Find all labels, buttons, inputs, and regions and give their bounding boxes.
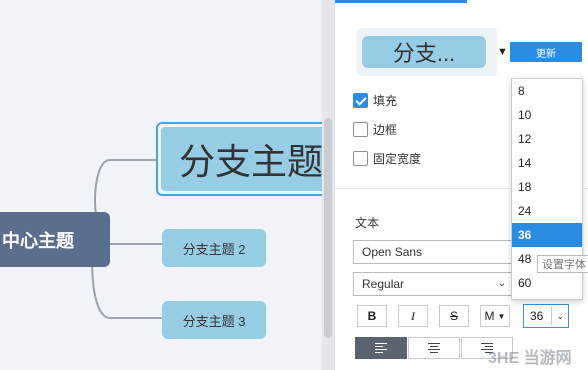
branch-topic-2[interactable]: 分支主题 2 bbox=[162, 229, 266, 267]
chevron-down-icon: ⌄ bbox=[556, 311, 564, 321]
fill-checkbox-label: 填充 bbox=[373, 94, 398, 108]
mindmap-canvas[interactable]: 中心主题 分支主题 分支主题 2 分支主题 3 bbox=[0, 0, 356, 370]
font-size-option[interactable]: 10 bbox=[512, 103, 582, 127]
branch-topic-2-label: 分支主题 2 bbox=[182, 241, 246, 257]
more-format-label: M bbox=[484, 309, 495, 323]
font-size-tooltip: 设置字体 bbox=[537, 255, 588, 273]
font-size-select[interactable]: 36 ⌄ bbox=[523, 304, 569, 328]
style-preview-pill: 分支... bbox=[362, 36, 486, 68]
font-style-value: Regular bbox=[362, 277, 405, 291]
active-tab-indicator bbox=[335, 0, 467, 3]
font-size-option[interactable]: 12 bbox=[512, 127, 582, 151]
more-format-button[interactable]: M ▼ bbox=[480, 305, 510, 327]
font-size-option[interactable]: 14 bbox=[512, 151, 582, 175]
text-section-label: 文本 bbox=[355, 216, 380, 230]
align-center-button[interactable] bbox=[408, 337, 460, 359]
chevron-down-icon: ⌄ bbox=[497, 278, 506, 289]
font-size-option[interactable]: 60 bbox=[512, 271, 582, 295]
fill-checkbox[interactable] bbox=[353, 93, 368, 108]
font-size-option[interactable]: 18 bbox=[512, 175, 582, 199]
branch-topic-3-label: 分支主题 3 bbox=[182, 313, 246, 329]
font-size-option[interactable]: 24 bbox=[512, 199, 582, 223]
update-button[interactable]: 更新 bbox=[510, 42, 582, 62]
border-checkbox-label: 边框 bbox=[373, 123, 398, 137]
fixed-width-checkbox[interactable] bbox=[353, 151, 368, 166]
font-size-separator bbox=[551, 307, 552, 325]
fixed-width-checkbox-row[interactable]: 固定宽度 bbox=[353, 150, 421, 167]
strikethrough-button[interactable]: S bbox=[439, 305, 469, 327]
border-checkbox[interactable] bbox=[353, 122, 368, 137]
font-size-option[interactable]: 8 bbox=[512, 79, 582, 103]
central-topic-label: 中心主题 bbox=[2, 230, 74, 251]
panel-scrollbar-thumb[interactable] bbox=[324, 118, 332, 338]
font-family-value: Open Sans bbox=[362, 245, 423, 259]
font-size-option-selected[interactable]: 36 bbox=[512, 223, 582, 247]
central-topic[interactable]: 中心主题 bbox=[0, 212, 110, 267]
align-left-icon bbox=[375, 341, 387, 355]
panel-scrollbar[interactable] bbox=[322, 0, 334, 370]
align-left-button[interactable] bbox=[355, 337, 407, 359]
font-size-value: 36 bbox=[530, 309, 544, 323]
style-dropdown-caret-icon[interactable]: ▼ bbox=[497, 46, 508, 58]
fixed-width-checkbox-label: 固定宽度 bbox=[373, 152, 422, 166]
italic-button[interactable]: I bbox=[398, 305, 428, 327]
font-family-select[interactable]: Open Sans bbox=[353, 240, 513, 264]
format-panel: 分支... ▼ 更新 填充 边框 固定宽度 文本 Open Sans Regul… bbox=[334, 0, 588, 370]
chevron-down-icon: ▼ bbox=[497, 311, 506, 321]
style-preview[interactable]: 分支... bbox=[357, 28, 497, 76]
bold-button[interactable]: B bbox=[357, 305, 387, 327]
fill-checkbox-row[interactable]: 填充 bbox=[353, 92, 397, 109]
watermark-logo: 3HE 当游网 bbox=[488, 350, 572, 367]
branch-topic-3[interactable]: 分支主题 3 bbox=[162, 301, 266, 339]
align-center-icon bbox=[428, 341, 440, 355]
font-style-select[interactable]: Regular ⌄ bbox=[353, 272, 513, 296]
border-checkbox-row[interactable]: 边框 bbox=[353, 121, 397, 138]
